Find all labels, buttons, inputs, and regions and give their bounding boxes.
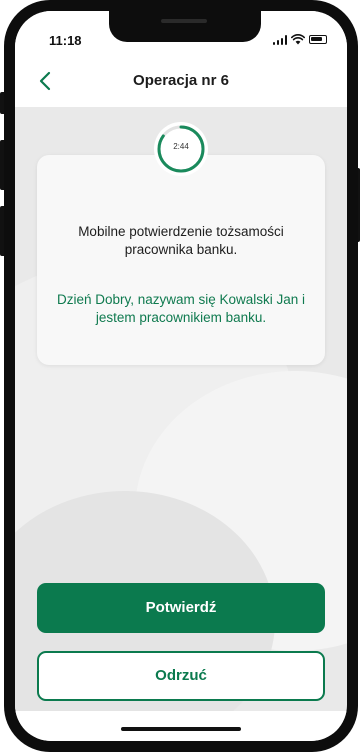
home-indicator[interactable]: [121, 727, 241, 731]
countdown-timer: 2:44: [151, 119, 211, 179]
verification-card: Mobilne potwierdzenie tożsamości pracown…: [37, 155, 325, 365]
app-header: Operacja nr 6: [15, 57, 347, 107]
notch: [109, 11, 261, 42]
speaker-grille: [161, 19, 207, 23]
status-time: 11:18: [49, 33, 82, 48]
status-bar: 11:18: [15, 11, 347, 57]
device-mockup: 11:18 Operacja nr 6 2:44 Mobilne potwier…: [0, 0, 360, 752]
timer-label: 2:44: [173, 142, 189, 151]
employee-message: Dzień Dobry, nazywam się Kowalski Jan i …: [56, 292, 306, 325]
home-area: [15, 711, 347, 741]
wifi-icon: [291, 34, 305, 45]
battery-icon: [309, 35, 327, 44]
phone-frame: 11:18 Operacja nr 6 2:44 Mobilne potwier…: [4, 0, 358, 752]
app-screen: 11:18 Operacja nr 6 2:44 Mobilne potwier…: [15, 11, 347, 741]
card-title: Mobilne potwierdzenie tożsamości pracown…: [78, 224, 284, 257]
confirm-button[interactable]: Potwierdź: [37, 583, 325, 633]
page-title: Operacja nr 6: [133, 72, 229, 89]
status-icons: [272, 34, 327, 45]
signal-icon: [272, 34, 287, 45]
reject-button[interactable]: Odrzuć: [37, 651, 325, 701]
